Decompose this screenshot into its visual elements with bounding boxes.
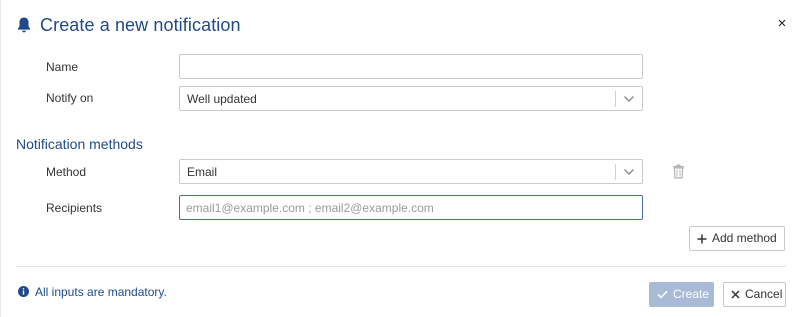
name-label: Name xyxy=(46,60,79,74)
notify-on-label: Notify on xyxy=(46,91,94,105)
footer-divider xyxy=(16,266,786,267)
notify-on-select[interactable]: Well updated xyxy=(179,86,643,111)
chevron-down-icon[interactable] xyxy=(622,165,636,179)
method-label: Method xyxy=(46,165,87,179)
create-label: Create xyxy=(673,287,710,301)
recipients-input[interactable] xyxy=(180,196,642,219)
create-button[interactable]: Create xyxy=(649,282,714,307)
check-icon xyxy=(657,290,668,299)
dialog-left-edge xyxy=(0,0,1,317)
select-separator xyxy=(615,164,616,180)
close-icon[interactable]: × xyxy=(775,16,789,32)
dialog-title: Create a new notification xyxy=(40,15,241,35)
name-input[interactable] xyxy=(180,55,642,78)
notification-methods-heading: Notification methods xyxy=(16,136,143,152)
trash-icon[interactable] xyxy=(672,164,685,179)
recipients-label: Recipients xyxy=(46,201,103,215)
info-icon xyxy=(18,286,29,297)
notify-on-value: Well updated xyxy=(187,92,257,106)
name-field[interactable] xyxy=(179,54,643,79)
method-select[interactable]: Email xyxy=(179,159,643,184)
create-notification-dialog: Create a new notification × Name Notify … xyxy=(0,0,797,317)
mandatory-info-text: All inputs are mandatory. xyxy=(35,285,167,299)
add-method-button[interactable]: Add method xyxy=(689,226,785,251)
cancel-button[interactable]: Cancel xyxy=(723,282,786,307)
close-icon xyxy=(731,290,740,299)
cancel-label: Cancel xyxy=(745,287,783,301)
bell-icon xyxy=(18,17,30,33)
plus-icon xyxy=(697,234,707,243)
chevron-down-icon[interactable] xyxy=(622,92,636,106)
method-value: Email xyxy=(187,165,218,179)
select-separator xyxy=(615,91,616,107)
recipients-field[interactable] xyxy=(179,195,643,220)
add-method-label: Add method xyxy=(712,231,777,245)
